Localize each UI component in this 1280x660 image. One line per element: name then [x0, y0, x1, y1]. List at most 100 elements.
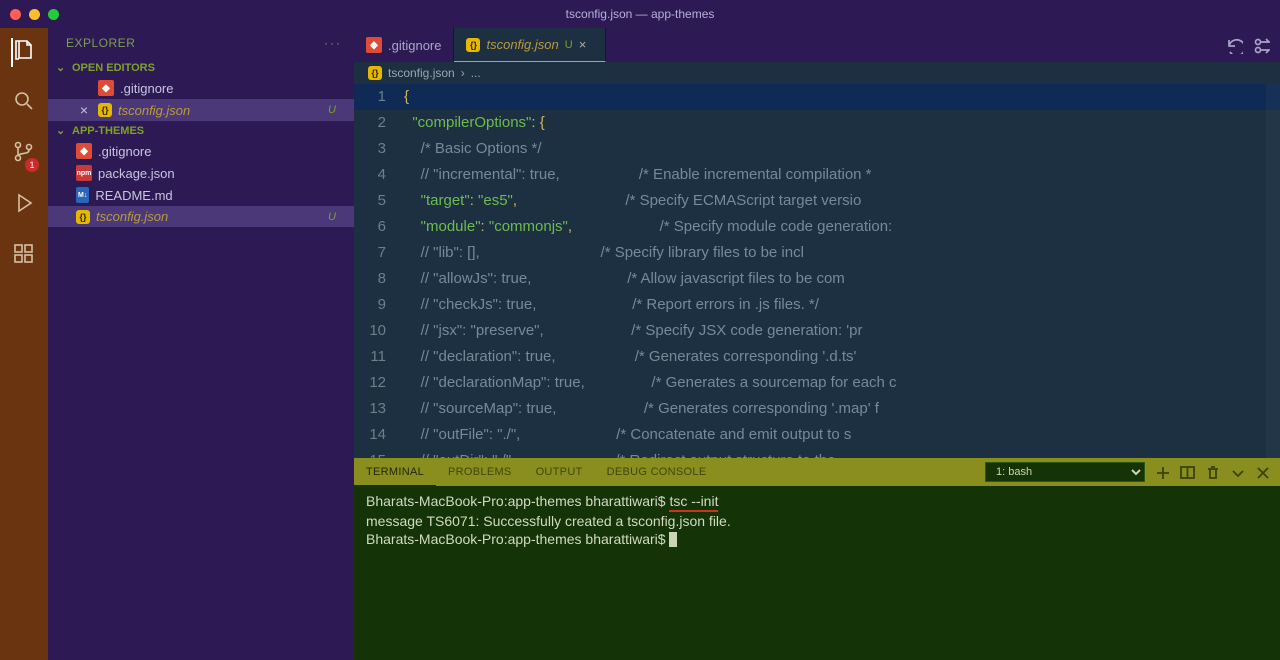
line-number: 12 [354, 370, 404, 396]
editor-tab[interactable]: {}tsconfig.jsonU× [454, 28, 605, 62]
code-line[interactable]: 7 // "lib": [], /* Specify library files… [354, 240, 1280, 266]
revert-icon[interactable] [1226, 37, 1243, 54]
panel-tabs: TERMINALPROBLEMSOUTPUTDEBUG CONSOLE 1: b… [354, 458, 1280, 486]
code-line[interactable]: 15 // "outDir": "./", /* Redirect output… [354, 448, 1280, 458]
activity-extensions[interactable] [12, 242, 36, 271]
chevron-down-icon: ⌄ [56, 124, 68, 137]
line-content: // "outDir": "./", /* Redirect output st… [404, 448, 835, 458]
code-line[interactable]: 13 // "sourceMap": true, /* Generates co… [354, 396, 1280, 422]
line-number: 3 [354, 136, 404, 162]
code-line[interactable]: 2 "compilerOptions": { [354, 110, 1280, 136]
line-content: // "checkJs": true, /* Report errors in … [404, 292, 819, 318]
line-content: /* Basic Options */ [404, 136, 542, 162]
terminal-line: message TS6071: Successfully created a t… [366, 513, 731, 529]
activity-debug[interactable] [12, 191, 36, 220]
breadcrumb-sep: › [461, 66, 465, 80]
line-content: "compilerOptions": { [404, 110, 545, 136]
git-file-icon: ◆ [366, 37, 382, 53]
explorer-title: EXPLORER [66, 36, 135, 50]
line-content: // "outFile": "./", /* Concatenate and e… [404, 422, 851, 448]
close-editor-icon[interactable]: × [76, 102, 92, 118]
panel-tab-debug-console[interactable]: DEBUG CONSOLE [595, 458, 719, 486]
editor-tab[interactable]: ◆.gitignore [354, 28, 454, 62]
open-editor-item[interactable]: ×{}tsconfig.jsonU [48, 99, 354, 121]
breadcrumb-more: ... [471, 66, 481, 80]
code-line[interactable]: 11 // "declaration": true, /* Generates … [354, 344, 1280, 370]
git-file-icon: ◆ [76, 143, 92, 159]
chevron-down-icon: ⌄ [56, 61, 68, 74]
line-content: // "declaration": true, /* Generates cor… [404, 344, 861, 370]
line-content: "module": "commonjs", /* Specify module … [404, 214, 896, 240]
open-editors-header[interactable]: ⌄ OPEN EDITORS [48, 58, 354, 77]
code-line[interactable]: 12 // "declarationMap": true, /* Generat… [354, 370, 1280, 396]
line-number: 2 [354, 110, 404, 136]
file-tree-item[interactable]: M↓ README.md [48, 184, 354, 206]
maximize-window-button[interactable] [48, 9, 59, 20]
line-number: 11 [354, 344, 404, 370]
ts-file-icon: {} [98, 103, 112, 117]
line-number: 14 [354, 422, 404, 448]
minimap[interactable] [1266, 84, 1280, 458]
scm-badge: 1 [25, 158, 39, 172]
code-line[interactable]: 1{ [354, 84, 1280, 110]
code-line[interactable]: 6 "module": "commonjs", /* Specify modul… [354, 214, 1280, 240]
activity-scm[interactable]: 1 [12, 140, 36, 169]
editor[interactable]: 1{2 "compilerOptions": {3 /* Basic Optio… [354, 84, 1280, 458]
terminal-selector[interactable]: 1: bash [985, 462, 1145, 482]
panel-tab-terminal[interactable]: TERMINAL [354, 458, 436, 486]
code-line[interactable]: 14 // "outFile": "./", /* Concatenate an… [354, 422, 1280, 448]
compare-icon[interactable] [1253, 37, 1270, 54]
file-status: U [328, 104, 346, 116]
md-file-icon: M↓ [76, 187, 89, 203]
window-titlebar: tsconfig.json — app-themes [0, 0, 1280, 28]
panel-tab-output[interactable]: OUTPUT [524, 458, 595, 486]
line-number: 13 [354, 396, 404, 422]
split-terminal-icon[interactable] [1180, 465, 1195, 480]
line-content: { [404, 84, 409, 110]
activity-explorer[interactable] [11, 38, 37, 67]
line-number: 7 [354, 240, 404, 266]
activity-search[interactable] [12, 89, 36, 118]
breadcrumb[interactable]: {} tsconfig.json › ... [354, 62, 1280, 84]
code-line[interactable]: 4 // "incremental": true, /* Enable incr… [354, 162, 1280, 188]
close-panel-icon[interactable] [1255, 465, 1270, 480]
file-status: U [328, 211, 346, 223]
ts-file-icon: {} [368, 66, 382, 80]
line-content: // "allowJs": true, /* Allow javascript … [404, 266, 845, 292]
open-editor-item[interactable]: ◆.gitignore [48, 77, 354, 99]
code-line[interactable]: 8 // "allowJs": true, /* Allow javascrip… [354, 266, 1280, 292]
panel-tab-problems[interactable]: PROBLEMS [436, 458, 524, 486]
debug-icon [12, 191, 36, 215]
code-line[interactable]: 10 // "jsx": "preserve", /* Specify JSX … [354, 318, 1280, 344]
terminal-cursor [669, 532, 677, 547]
editor-region: ◆.gitignore{}tsconfig.jsonU× {} tsconfig… [354, 28, 1280, 660]
tab-actions [1226, 28, 1280, 62]
line-content: // "incremental": true, /* Enable increm… [404, 162, 872, 188]
line-number: 4 [354, 162, 404, 188]
new-terminal-icon[interactable] [1155, 465, 1170, 480]
tab-bar: ◆.gitignore{}tsconfig.jsonU× [354, 28, 1280, 62]
tab-status: U [565, 39, 573, 51]
file-tree-item[interactable]: ◆.gitignore [48, 140, 354, 162]
chevron-down-icon[interactable] [1230, 465, 1245, 480]
terminal[interactable]: Bharats-MacBook-Pro:app-themes bharattiw… [354, 486, 1280, 660]
file-tree-item[interactable]: {}tsconfig.jsonU [48, 206, 354, 227]
file-tree-item[interactable]: npmpackage.json [48, 162, 354, 184]
code-line[interactable]: 3 /* Basic Options */ [354, 136, 1280, 162]
explorer-sidebar: EXPLORER ··· ⌄ OPEN EDITORS ◆.gitignore×… [48, 28, 354, 660]
code-line[interactable]: 9 // "checkJs": true, /* Report errors i… [354, 292, 1280, 318]
line-number: 1 [354, 84, 404, 110]
file-name: README.md [95, 188, 172, 203]
tab-close-icon[interactable]: × [579, 37, 593, 52]
line-content: // "declarationMap": true, /* Generates … [404, 370, 897, 396]
explorer-more-icon[interactable]: ··· [324, 36, 342, 50]
code-line[interactable]: 5 "target": "es5", /* Specify ECMAScript… [354, 188, 1280, 214]
file-name: .gitignore [120, 81, 173, 96]
line-content: // "lib": [], /* Specify library files t… [404, 240, 804, 266]
line-number: 10 [354, 318, 404, 344]
terminal-command: tsc --init [669, 492, 718, 512]
trash-icon[interactable] [1205, 465, 1220, 480]
minimize-window-button[interactable] [29, 9, 40, 20]
close-window-button[interactable] [10, 9, 21, 20]
folder-header[interactable]: ⌄ APP-THEMES [48, 121, 354, 140]
